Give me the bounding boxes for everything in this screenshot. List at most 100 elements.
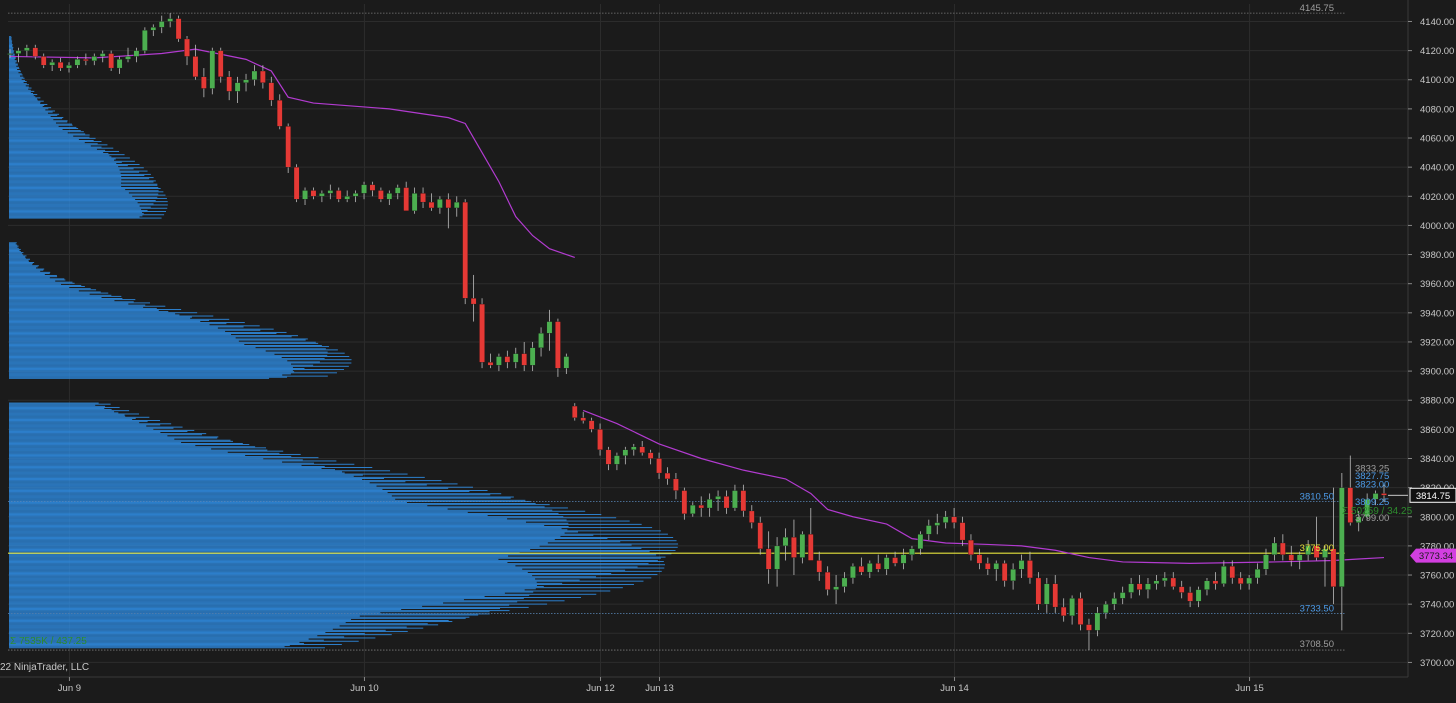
profile-bar xyxy=(9,549,531,550)
chart-panel[interactable]: 4145.75 3708.50 3733.50 3810.50 3775.00 3833.… xyxy=(0,0,1456,698)
profile-bar xyxy=(9,626,407,628)
profile-bar xyxy=(9,287,70,289)
profile-bar xyxy=(9,591,534,593)
profile-bar xyxy=(9,84,29,86)
session-profile-stats: Σ 50259 / 34.25 xyxy=(1342,506,1413,517)
profile-bar xyxy=(9,82,24,84)
profile-bar xyxy=(9,419,133,420)
profile-bar xyxy=(9,499,526,501)
profile-bar xyxy=(9,586,544,588)
profile-bar xyxy=(9,374,283,376)
profile-bar xyxy=(9,88,29,90)
profile-bar xyxy=(9,178,150,180)
profile-bar xyxy=(9,59,15,61)
profile-bar xyxy=(9,257,26,259)
time-tick-label: Jun 10 xyxy=(350,683,379,694)
profile-bar xyxy=(9,246,18,248)
profile-bar xyxy=(9,283,61,285)
candle-up xyxy=(116,59,123,69)
profile-bar xyxy=(9,417,136,419)
profile-bar xyxy=(9,434,202,436)
candle-down xyxy=(664,472,671,480)
profile-bar xyxy=(9,504,550,506)
profile-bar xyxy=(9,562,508,564)
profile-bar xyxy=(9,323,227,325)
profile-bar xyxy=(9,299,136,301)
profile-bar xyxy=(9,352,345,354)
candle-down xyxy=(1136,583,1143,590)
profile-bar xyxy=(9,647,325,649)
profile-bar xyxy=(9,250,20,251)
composite-profile-stats: Σ 7535K / 437.25 xyxy=(10,636,87,647)
profile-bar xyxy=(9,190,159,192)
profile-bar xyxy=(9,464,302,466)
profile-bar xyxy=(9,123,72,125)
profile-bar xyxy=(9,477,385,479)
candle-down xyxy=(1187,592,1193,602)
candle-up xyxy=(15,50,22,54)
profile-bar xyxy=(9,77,25,79)
profile-bar xyxy=(9,624,439,626)
profile-bar xyxy=(9,157,130,159)
profile-bar xyxy=(9,498,396,500)
profile-bar xyxy=(9,363,292,365)
profile-bar xyxy=(9,450,284,452)
value-area-low-label: 3733.50 xyxy=(1300,604,1334,615)
profile-bar xyxy=(9,470,391,472)
profile-bar xyxy=(9,508,448,510)
profile-bar xyxy=(9,201,168,203)
profile-bar xyxy=(9,269,44,271)
profile-bar xyxy=(9,161,122,163)
profile-bar xyxy=(9,588,536,590)
candle-down xyxy=(260,70,266,83)
profile-bar xyxy=(9,316,192,318)
candle-down xyxy=(816,560,822,573)
profile-bar xyxy=(9,422,140,424)
candle-up xyxy=(538,333,544,348)
candle-up xyxy=(883,557,890,570)
profile-bar xyxy=(9,111,53,113)
profile-bar xyxy=(9,160,135,162)
profile-bar xyxy=(9,462,314,464)
price-tick-label: 4100.00 xyxy=(1420,75,1454,86)
profile-bar xyxy=(9,371,295,373)
candle-up xyxy=(1044,583,1050,605)
profile-bar xyxy=(9,125,59,127)
candle-up xyxy=(251,70,258,80)
candle-down xyxy=(445,199,452,209)
profile-bar xyxy=(9,463,355,465)
profile-bar xyxy=(9,101,41,103)
candle-down xyxy=(858,566,865,573)
profile-bar xyxy=(9,366,293,368)
profile-bar xyxy=(9,505,428,507)
profile-bar xyxy=(9,179,122,181)
profile-bar xyxy=(9,203,154,205)
profile-bar xyxy=(9,274,45,275)
profile-bar xyxy=(9,284,82,286)
profile-bar xyxy=(9,429,195,431)
profile-bar xyxy=(9,440,233,442)
profile-bar xyxy=(9,516,564,518)
price-tick-label: 3700.00 xyxy=(1420,658,1454,669)
profile-bar xyxy=(9,458,264,460)
profile-bar xyxy=(9,594,530,596)
profile-bar xyxy=(9,571,528,573)
candle-down xyxy=(959,522,966,541)
candle-up xyxy=(327,190,334,194)
price-tick-label: 3720.00 xyxy=(1420,629,1454,640)
profile-bar xyxy=(9,271,51,273)
profile-bar xyxy=(9,292,109,294)
profile-bar xyxy=(9,254,24,256)
candle-down xyxy=(605,449,612,465)
last-price-label: 3814.75 xyxy=(1416,491,1450,502)
profile-bar xyxy=(9,587,623,589)
profile-bar xyxy=(9,472,345,474)
profile-bar xyxy=(9,437,218,439)
profile-bar xyxy=(9,206,151,208)
profile-bar xyxy=(9,318,230,320)
price-chart[interactable]: 4145.753708.503733.503810.503775.003833.… xyxy=(0,0,1456,698)
candle-up xyxy=(344,196,350,200)
profile-bar xyxy=(9,61,17,63)
candle-up xyxy=(133,50,140,57)
profile-bar xyxy=(9,623,428,625)
